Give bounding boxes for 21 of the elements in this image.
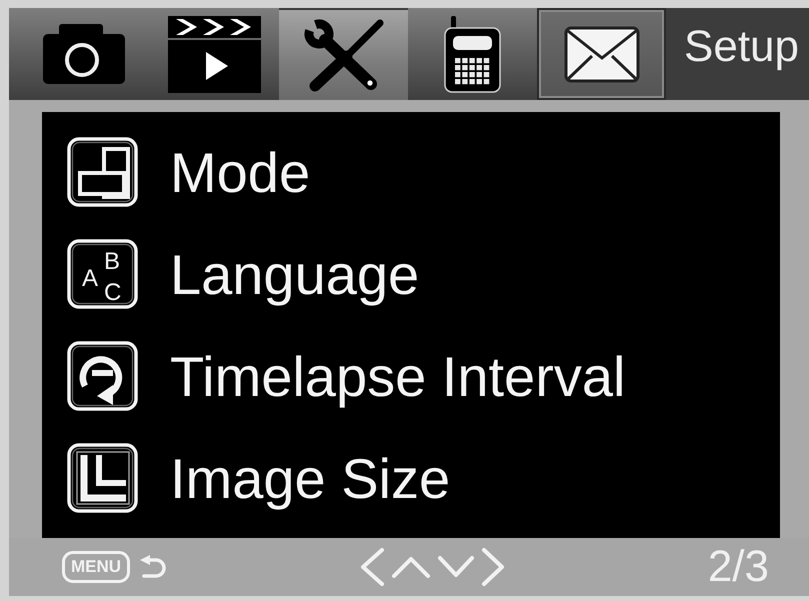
return-arrow-icon <box>139 554 168 580</box>
menu-item[interactable]: Language <box>170 242 420 306</box>
envelope-icon <box>564 26 640 82</box>
screen-title: Setup <box>666 8 809 100</box>
menu-tab[interactable] <box>537 8 666 100</box>
menu-item[interactable]: Image Size <box>170 446 450 510</box>
menu-item[interactable]: Mode <box>170 140 310 204</box>
right-chevron-icon <box>481 547 506 587</box>
tools-icon <box>302 18 384 92</box>
camera-icon <box>42 24 124 84</box>
menu-tab[interactable] <box>279 8 408 100</box>
image-size-icon <box>67 443 138 513</box>
down-chevron-icon <box>437 555 476 579</box>
up-chevron-icon <box>391 555 432 579</box>
mode-icon <box>67 137 138 207</box>
menu-key-label: MENU <box>62 551 130 583</box>
clapperboard-icon <box>168 16 261 92</box>
page-indicator: 2/3 <box>708 542 769 592</box>
menu-item[interactable]: Timelapse Interval <box>170 344 626 408</box>
walkie-talkie-icon <box>443 16 502 92</box>
left-chevron-icon <box>359 547 386 587</box>
